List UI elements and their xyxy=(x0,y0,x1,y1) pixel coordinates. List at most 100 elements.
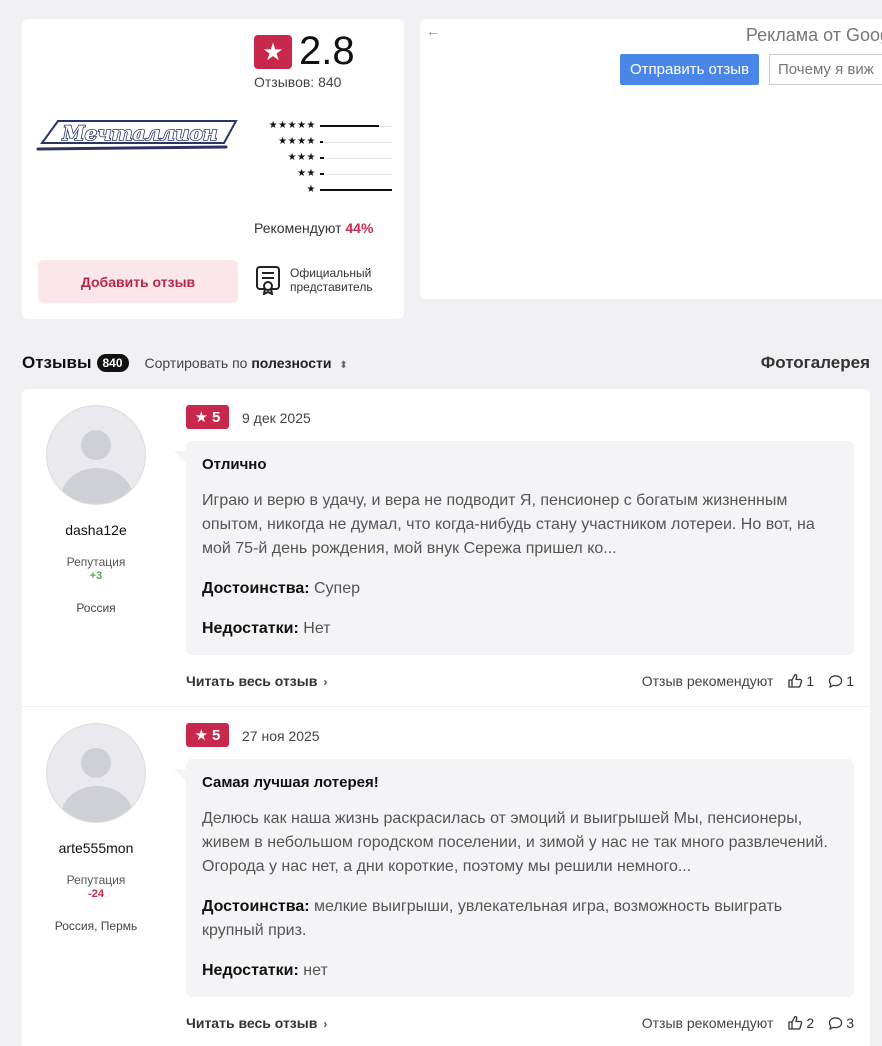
average-rating: 2.8 xyxy=(299,29,355,73)
review-rating-badge: ★ 5 xyxy=(186,405,229,429)
distribution-bar xyxy=(320,173,324,175)
rating-summary-card: Мечталлион ★ 2.8 Отзывов: 840 ★★★★★ ★★★★ ★… xyxy=(22,19,404,319)
distribution-row[interactable]: ★ xyxy=(252,182,392,198)
cons-label: Недостатки: xyxy=(202,962,299,979)
ad-why-input[interactable] xyxy=(769,54,882,85)
like-count: 1 xyxy=(806,673,815,689)
recommend-review-label: Отзыв рекомендуют xyxy=(641,1015,774,1031)
ad-feedback-button[interactable]: Отправить отзыв xyxy=(620,54,760,85)
comments-button[interactable]: 3 xyxy=(828,1015,854,1031)
brand-logo[interactable]: Мечталлион xyxy=(36,113,242,155)
review-footer: Читать весь отзыв › Отзыв рекомендуют 2 3 xyxy=(186,1013,854,1033)
read-more-label: Читать весь отзыв xyxy=(186,673,318,689)
thumbs-up-icon xyxy=(788,1015,803,1030)
distribution-track xyxy=(320,153,392,163)
sort-control[interactable]: Сортировать по полезности ⬍ xyxy=(145,355,348,371)
reputation-label: Репутация xyxy=(66,555,126,569)
comment-count: 1 xyxy=(846,673,854,689)
reviews-count-badge: 840 xyxy=(96,354,129,372)
read-full-review-link[interactable]: Читать весь отзыв › xyxy=(186,673,327,689)
certificate-icon xyxy=(256,266,280,295)
pros-text: Супер xyxy=(314,580,361,597)
comments-button[interactable]: 1 xyxy=(828,673,854,689)
comment-icon xyxy=(829,1016,843,1030)
rating-distribution: ★★★★★ ★★★★ ★★★ ★★ ★ xyxy=(252,118,392,198)
official-representative-label: Официальный представитель xyxy=(290,266,373,294)
reviews-title: Отзывы xyxy=(22,353,92,372)
recommend-label: Рекомендуют xyxy=(254,220,342,236)
distribution-stars: ★★★ xyxy=(287,152,316,163)
read-full-review-link[interactable]: Читать весь отзыв › xyxy=(186,1015,327,1031)
pros-label: Достоинства: xyxy=(202,898,310,915)
comment-count: 3 xyxy=(846,1015,854,1031)
logo-text: Мечталлион xyxy=(61,121,217,145)
distribution-stars: ★★★★★ xyxy=(268,120,316,131)
review-body[interactable]: Отлично Играю и верю в удачу, и вера не … xyxy=(174,441,854,655)
star-icon: ★ xyxy=(194,409,209,426)
review-card: dasha12e Репутация +3 Россия ★ 5 9 дек 2… xyxy=(22,389,870,706)
review-pros: Достоинства: Супер xyxy=(202,577,838,601)
distribution-bar xyxy=(320,189,392,191)
avatar[interactable] xyxy=(46,723,146,823)
reputation-label: Репутация xyxy=(66,873,126,887)
review-date: 9 дек 2025 xyxy=(242,410,311,426)
avatar[interactable] xyxy=(46,405,146,505)
cons-text: нет xyxy=(303,962,328,979)
username[interactable]: dasha12e xyxy=(22,522,170,538)
distribution-bar xyxy=(320,125,379,127)
reviews-count-value: 840 xyxy=(318,74,342,90)
like-button[interactable]: 1 xyxy=(787,673,814,689)
distribution-row[interactable]: ★★★★ xyxy=(252,134,392,150)
review-rating: 5 xyxy=(212,408,221,426)
distribution-bar xyxy=(320,157,324,159)
reputation-value: +3 xyxy=(89,570,103,582)
comment-icon xyxy=(829,674,843,688)
sort-value: полезности xyxy=(251,355,332,371)
reviews-header: Отзывы 840 Сортировать по полезности ⬍ Ф… xyxy=(22,352,870,374)
back-arrow-icon[interactable]: ← xyxy=(426,23,440,39)
sort-prefix: Сортировать по xyxy=(144,355,248,371)
rating-star-icon: ★ xyxy=(254,35,292,69)
recommend-stat: Рекомендуют 44% xyxy=(254,220,373,236)
chevron-right-icon: › xyxy=(323,1017,328,1031)
like-count: 2 xyxy=(806,1015,815,1031)
like-button[interactable]: 2 xyxy=(787,1015,814,1031)
recommend-review-label: Отзыв рекомендуют xyxy=(641,673,774,689)
username[interactable]: arte555mon xyxy=(22,840,170,856)
distribution-bar xyxy=(320,141,323,143)
review-pros: Достоинства: мелкие выигрыши, увлекатель… xyxy=(202,895,838,943)
review-title: Отлично xyxy=(202,456,267,473)
review-footer: Читать весь отзыв › Отзыв рекомендуют 1 1 xyxy=(186,671,854,691)
distribution-track xyxy=(320,137,392,147)
review-body[interactable]: Самая лучшая лотерея! Делюсь как наша жи… xyxy=(174,759,854,997)
author-location: Россия xyxy=(76,601,116,615)
distribution-stars: ★★ xyxy=(297,168,316,179)
distribution-row[interactable]: ★★★★★ xyxy=(252,118,392,134)
thumbs-up-icon xyxy=(788,673,803,688)
photo-gallery-link[interactable]: Фотогалерея xyxy=(761,353,870,373)
review-text: Делюсь как наша жизнь раскрасилась от эм… xyxy=(202,810,828,875)
star-icon: ★ xyxy=(194,727,209,744)
author-location: Россия, Пермь xyxy=(54,919,138,933)
distribution-stars: ★★★★ xyxy=(278,136,316,147)
reputation-value: -24 xyxy=(88,888,104,900)
review-rating-badge: ★ 5 xyxy=(186,723,229,747)
distribution-row[interactable]: ★★★ xyxy=(252,150,392,166)
chevron-right-icon: › xyxy=(323,675,328,689)
reviews-count[interactable]: Отзывов: 840 xyxy=(254,74,341,90)
review-date: 27 ноя 2025 xyxy=(242,728,320,744)
ad-block: ← Реклама от Goog Отправить отзыв xyxy=(420,19,882,299)
add-review-button[interactable]: Добавить отзыв xyxy=(38,260,238,303)
review-cons: Недостатки: Нет xyxy=(202,617,838,641)
distribution-row[interactable]: ★★ xyxy=(252,166,392,182)
pros-label: Достоинства: xyxy=(202,580,310,597)
distribution-track xyxy=(320,121,392,131)
distribution-track xyxy=(320,185,392,195)
review-cons: Недостатки: нет xyxy=(202,959,838,983)
distribution-track xyxy=(320,169,392,179)
recommend-percent: 44% xyxy=(345,220,374,236)
sort-arrows-icon: ⬍ xyxy=(339,360,348,371)
official-representative-link[interactable]: Официальный представитель xyxy=(254,265,400,295)
review-rating: 5 xyxy=(212,726,221,744)
review-card: arte555mon Репутация -24 Россия, Пермь ★… xyxy=(22,707,870,1046)
